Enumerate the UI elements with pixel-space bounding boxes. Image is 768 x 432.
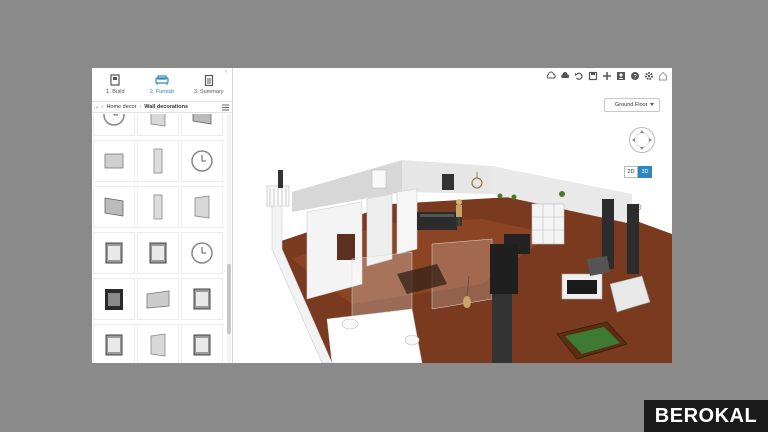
tab-build-label: 1. Build xyxy=(106,89,125,95)
catalog-item-mirror-tall[interactable] xyxy=(137,186,179,228)
catalog-grid xyxy=(92,114,226,363)
mirror-icon xyxy=(150,114,166,127)
catalog-item-picture-frame[interactable] xyxy=(181,278,223,320)
add-icon[interactable] xyxy=(602,71,612,81)
breadcrumb-current: Wall decorations xyxy=(144,104,189,110)
catalog-item-mirror-rect[interactable] xyxy=(93,140,135,182)
mirror-wide-icon xyxy=(146,290,170,309)
save-icon[interactable] xyxy=(588,71,598,81)
wall-clock-icon xyxy=(191,150,213,172)
settings-icon[interactable] xyxy=(644,71,654,81)
breadcrumb: ... › Home decor › Wall decorations xyxy=(92,101,232,113)
poster-icon xyxy=(105,289,123,310)
undo-icon[interactable] xyxy=(574,71,584,81)
clipboard-icon xyxy=(204,74,213,86)
tab-furnish[interactable]: 2. Furnish xyxy=(139,68,186,100)
mirror-tall-icon xyxy=(153,194,163,220)
picture-frame-icon xyxy=(149,242,167,264)
home-icon[interactable] xyxy=(658,71,668,81)
3d-floorplan-view[interactable] xyxy=(232,84,672,363)
wall-clock-icon xyxy=(191,242,213,264)
frame-icon xyxy=(104,197,124,217)
list-view-icon[interactable] xyxy=(222,104,229,111)
catalog-item-frame[interactable] xyxy=(93,186,135,228)
picture-frame-icon xyxy=(105,334,123,356)
watermark-text: BEROKAL xyxy=(654,404,758,427)
main-toolbar: ? xyxy=(546,68,672,84)
collapse-panel-icon[interactable]: ‹ xyxy=(222,68,230,76)
build-icon xyxy=(110,74,120,86)
home-design-app: 1. Build 2. Furnish 3. Summary ‹ ... › H… xyxy=(92,68,672,363)
breadcrumb-separator-icon: › xyxy=(101,104,104,110)
breadcrumb-home-decor[interactable]: Home decor xyxy=(106,104,136,110)
catalog-item-wall-clock[interactable] xyxy=(93,114,135,136)
catalog-item-mirror[interactable] xyxy=(137,114,179,136)
help-icon[interactable]: ? xyxy=(630,71,640,81)
watermark-logo: BEROKAL xyxy=(644,400,768,432)
catalog-item-mirror-wide[interactable] xyxy=(137,278,179,320)
breadcrumb-separator-icon: › xyxy=(139,104,142,110)
sofa-icon xyxy=(155,75,169,85)
wall-clock-icon xyxy=(103,114,125,126)
catalog-item-mirror[interactable] xyxy=(137,324,179,363)
scroll-thumb[interactable] xyxy=(227,264,231,334)
catalog-item-wall-clock[interactable] xyxy=(181,232,223,274)
catalog-item-poster[interactable] xyxy=(93,278,135,320)
breadcrumb-ellipsis[interactable]: ... xyxy=(94,104,99,110)
catalog-item-picture-frame[interactable] xyxy=(181,324,223,363)
tab-furnish-label: 2. Furnish xyxy=(149,89,175,95)
tab-build[interactable]: 1. Build xyxy=(92,68,139,100)
frame-icon xyxy=(192,114,212,125)
picture-frame-icon xyxy=(193,288,211,310)
cloud-save-icon[interactable] xyxy=(546,71,556,81)
mirror-tall-icon xyxy=(153,148,163,174)
catalog-item-wall-clock[interactable] xyxy=(181,140,223,182)
picture-frame-icon xyxy=(105,242,123,264)
catalog-item-frame[interactable] xyxy=(181,114,223,136)
catalog-scrollbar[interactable] xyxy=(227,114,231,363)
catalog-panel: 1. Build 2. Furnish 3. Summary ‹ ... › H… xyxy=(92,68,233,363)
mirror-icon xyxy=(150,333,166,357)
picture-frame-icon xyxy=(193,334,211,356)
cloud-open-icon[interactable] xyxy=(560,71,570,81)
catalog-item-mirror[interactable] xyxy=(181,186,223,228)
mode-tabs: 1. Build 2. Furnish 3. Summary xyxy=(92,68,232,100)
mirror-icon xyxy=(194,195,210,219)
catalog-item-mirror-tall[interactable] xyxy=(137,140,179,182)
mirror-rect-icon xyxy=(104,153,124,169)
catalog-item-picture-frame[interactable] xyxy=(137,232,179,274)
catalog-item-picture-frame[interactable] xyxy=(93,324,135,363)
tab-summary-label: 3. Summary xyxy=(193,89,224,95)
catalog-item-picture-frame[interactable] xyxy=(93,232,135,274)
user-icon[interactable] xyxy=(616,71,626,81)
